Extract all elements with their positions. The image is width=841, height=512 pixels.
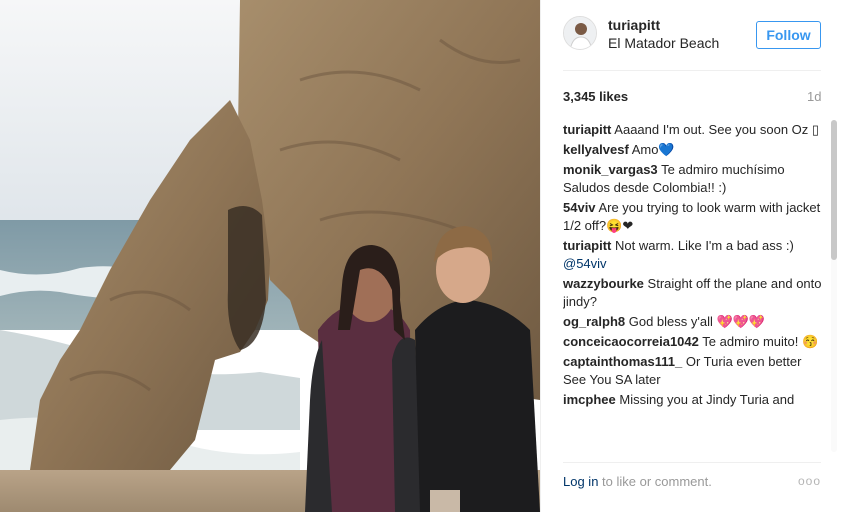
comment-username[interactable]: turiapitt <box>563 122 611 137</box>
comment-username[interactable]: imcphee <box>563 392 616 407</box>
follow-button[interactable]: Follow <box>756 21 821 49</box>
post-modal: turiapitt El Matador Beach Follow 3,345 … <box>0 0 841 512</box>
comment-text: Not warm. Like I'm a bad ass :) <box>615 238 794 253</box>
comment-item: kellyalvesf Amo💙 <box>563 141 825 159</box>
avatar[interactable] <box>563 16 597 50</box>
post-location[interactable]: El Matador Beach <box>608 35 719 51</box>
comment-username[interactable]: og_ralph8 <box>563 314 625 329</box>
comment-item: wazzybourke Straight off the plane and o… <box>563 275 825 311</box>
post-header: turiapitt El Matador Beach Follow <box>541 0 841 70</box>
post-sidebar: turiapitt El Matador Beach Follow 3,345 … <box>540 0 841 512</box>
login-link[interactable]: Log in <box>563 474 598 489</box>
likes-count[interactable]: 3,345 likes <box>563 89 628 104</box>
comment-item: captainthomas111_ Or Turia even better S… <box>563 353 825 389</box>
comments-scrollbar[interactable] <box>831 120 837 452</box>
comment-username[interactable]: 54viv <box>563 200 596 215</box>
comment-text: God bless y'all 💖💖💖 <box>628 314 766 329</box>
login-prompt-text: to like or comment. <box>598 474 712 489</box>
comment-username[interactable]: monik_vargas3 <box>563 162 658 177</box>
comment-mention-link[interactable]: @54viv <box>563 256 607 271</box>
comment-text: Te admiro muito! 😚 <box>702 334 819 349</box>
comment-item: turiapitt Not warm. Like I'm a bad ass :… <box>563 237 825 273</box>
comment-item: monik_vargas3 Te admiro muchísimo Saludo… <box>563 161 825 197</box>
header-divider <box>563 70 821 71</box>
comment-text: Missing you at Jindy Turia and <box>619 392 795 407</box>
comment-item: conceicaocorreia1042 Te admiro muito! 😚 <box>563 333 825 351</box>
post-age[interactable]: 1d <box>807 89 821 104</box>
comment-username[interactable]: conceicaocorreia1042 <box>563 334 699 349</box>
comment-text: Are you trying to look warm with jacket … <box>563 200 821 233</box>
comment-item: imcphee Missing you at Jindy Turia and <box>563 391 825 409</box>
footer-divider <box>563 462 821 463</box>
post-username[interactable]: turiapitt <box>608 17 660 33</box>
comment-username[interactable]: wazzybourke <box>563 276 644 291</box>
comment-username[interactable]: captainthomas111_ <box>563 354 682 369</box>
more-options-icon[interactable]: ooo <box>798 474 821 488</box>
comment-username[interactable]: kellyalvesf <box>563 142 629 157</box>
login-prompt: Log in to like or comment. <box>563 474 712 489</box>
comment-item: 54viv Are you trying to look warm with j… <box>563 199 825 235</box>
beach-photo-illustration <box>0 0 540 512</box>
comment-text: Amo💙 <box>631 142 675 157</box>
scrollbar-thumb[interactable] <box>831 120 837 260</box>
comment-text: Aaaand I'm out. See you soon Oz ▯ <box>614 122 820 137</box>
post-photo[interactable] <box>0 0 540 512</box>
comment-item: turiapitt Aaaand I'm out. See you soon O… <box>563 121 825 139</box>
comment-username[interactable]: turiapitt <box>563 238 611 253</box>
comment-item: og_ralph8 God bless y'all 💖💖💖 <box>563 313 825 331</box>
comments-list: turiapitt Aaaand I'm out. See you soon O… <box>563 121 825 449</box>
profile-picture <box>564 17 596 49</box>
